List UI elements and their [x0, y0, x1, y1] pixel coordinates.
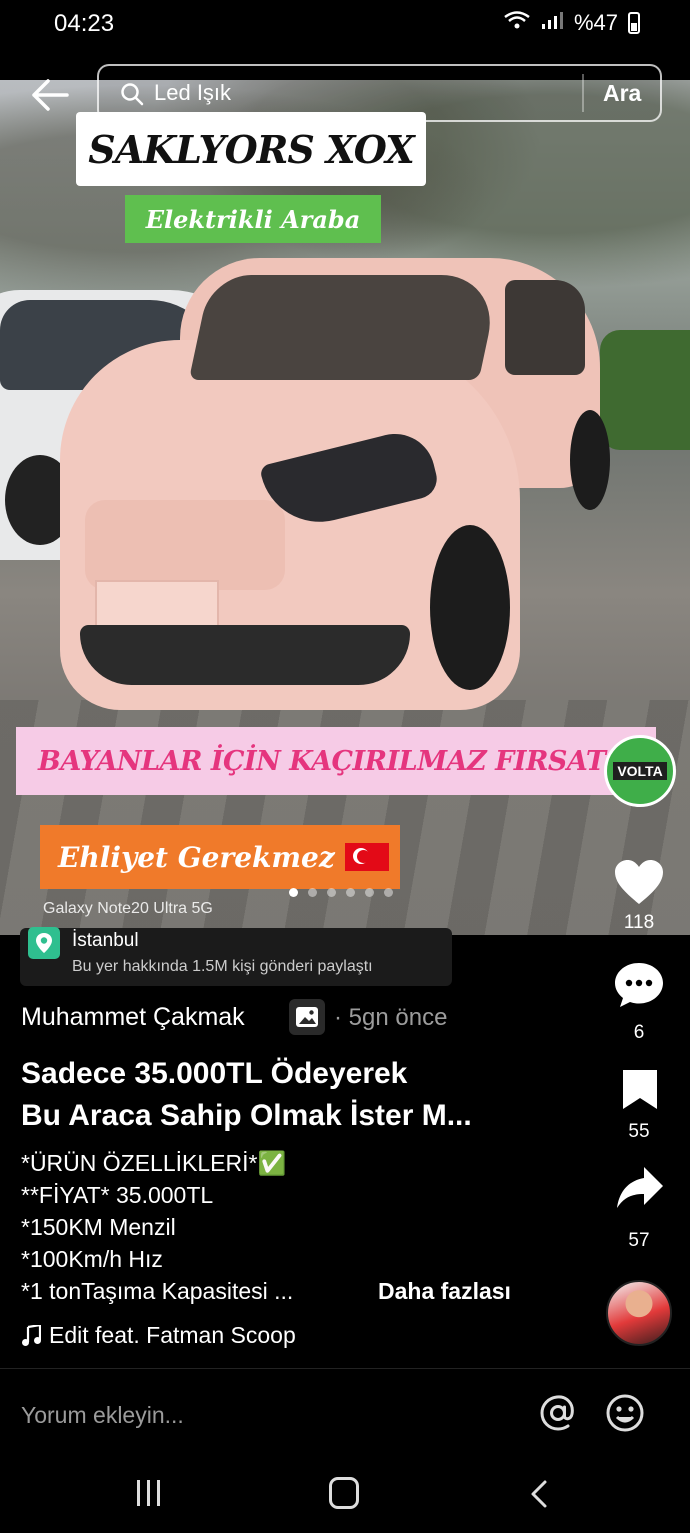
search-input[interactable]: Led Işık — [154, 80, 231, 106]
location-pin-icon — [28, 927, 60, 959]
music-track[interactable]: Edit feat. Fatman Scoop — [21, 1322, 296, 1349]
brand-logo-text: VOLTA — [613, 762, 667, 780]
status-time: 04:23 — [54, 10, 115, 37]
save-button[interactable] — [621, 1068, 659, 1115]
share-button[interactable] — [615, 1165, 665, 1216]
image-post-badge — [289, 999, 325, 1035]
overlay-title: SAKLYORS XOX — [76, 112, 426, 186]
like-button[interactable] — [613, 858, 665, 911]
pager-dot[interactable] — [365, 888, 374, 897]
battery-icon — [628, 12, 640, 34]
desc-line: **FİYAT* 35.000TL — [21, 1182, 214, 1208]
pager-dot[interactable] — [346, 888, 355, 897]
image-icon — [296, 1007, 318, 1027]
like-count: 118 — [623, 912, 655, 933]
desc-line: *100Km/h Hız — [21, 1246, 163, 1272]
pink-car-windshield — [188, 275, 502, 380]
pager-dot[interactable] — [289, 888, 298, 897]
pager-dot[interactable] — [308, 888, 317, 897]
emoji-button[interactable] — [605, 1393, 645, 1433]
desc-line: *150KM Menzil — [21, 1214, 176, 1240]
music-title: Edit feat. Fatman Scoop — [49, 1322, 296, 1348]
battery-percent: %47 — [573, 10, 618, 35]
headline-line: Sadece 35.000TL Ödeyerek — [21, 1057, 408, 1090]
home-button[interactable] — [329, 1477, 359, 1509]
comment-count: 6 — [633, 1022, 645, 1043]
license-banner: Ehliyet Gerekmez — [40, 825, 400, 889]
share-icon — [617, 1167, 663, 1208]
search-icon — [120, 82, 144, 106]
music-avatar[interactable] — [606, 1280, 672, 1346]
post-headline: Sadece 35.000TL Ödeyerek Bu Araca Sahip … — [21, 1053, 541, 1137]
location-name: İstanbul — [72, 930, 139, 951]
comment-input[interactable]: Yorum ekleyin... — [21, 1402, 184, 1429]
desc-line: *ÜRÜN ÖZELLİKLERİ*✅ — [21, 1150, 287, 1176]
comment-button[interactable] — [613, 960, 665, 1015]
pink-car-front-wheel — [430, 525, 510, 690]
pager-dot[interactable] — [327, 888, 336, 897]
back-button[interactable] — [30, 78, 70, 112]
image-pager-dots — [289, 888, 393, 897]
wifi-icon — [504, 10, 530, 36]
offer-banner: BAYANLAR İÇİN KAÇIRILMAZ FIRSAT — [16, 727, 656, 795]
search-button[interactable]: Ara — [603, 80, 641, 107]
recents-button[interactable] — [137, 1480, 167, 1508]
music-note-icon — [22, 1324, 41, 1346]
back-arrow-icon — [32, 79, 69, 111]
brand-logo: VOLTA — [604, 735, 676, 807]
heart-icon — [615, 860, 663, 904]
device-label: Galaxy Note20 Ultra 5G — [43, 900, 213, 917]
status-icons: %47 — [504, 10, 640, 36]
comment-icon — [615, 963, 663, 1007]
license-banner-text: Ehliyet Gerekmez — [58, 840, 335, 874]
at-icon — [540, 1395, 574, 1431]
mention-button[interactable] — [538, 1393, 578, 1433]
pink-car-grille — [85, 500, 285, 590]
desc-line: *1 tonTaşıma Kapasitesi ... — [21, 1278, 294, 1304]
pink-car-side-window — [505, 280, 585, 375]
hedge — [600, 330, 690, 450]
bookmark-icon — [623, 1070, 657, 1109]
author-name[interactable]: Muhammet Çakmak — [21, 1003, 245, 1032]
share-count: 57 — [628, 1230, 650, 1251]
search-divider — [582, 74, 584, 112]
pink-car-rear-wheel — [570, 410, 610, 510]
emoji-icon — [606, 1394, 644, 1432]
more-link[interactable]: Daha fazlası — [378, 1278, 511, 1305]
location-subtitle: Bu yer hakkında 1.5M kişi gönderi paylaş… — [72, 958, 373, 975]
overlay-subtitle: Elektrikli Araba — [125, 195, 381, 243]
signal-icon — [540, 10, 564, 36]
headline-line: Bu Araca Sahip Olmak İster M... — [21, 1099, 472, 1132]
turkey-flag-icon — [344, 843, 389, 871]
system-back-button[interactable] — [527, 1479, 551, 1509]
pink-car-lower-grille — [80, 625, 410, 685]
pager-dot[interactable] — [384, 888, 393, 897]
post-time: · 5gn önce — [334, 1004, 448, 1031]
chevron-left-icon — [531, 1480, 547, 1508]
save-count: 55 — [628, 1121, 650, 1142]
